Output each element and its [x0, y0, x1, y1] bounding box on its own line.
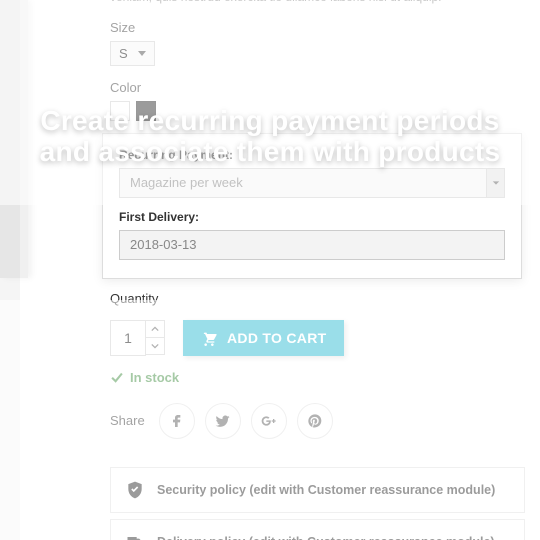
twitter-icon	[215, 413, 231, 429]
policy-delivery[interactable]: Delivery policy (edit with Customer reas…	[110, 519, 525, 540]
pinterest-icon	[307, 413, 323, 429]
share-facebook[interactable]	[159, 403, 195, 439]
delivery-label: First Delivery:	[119, 210, 505, 224]
recurring-value: Magazine per week	[130, 175, 243, 190]
size-label: Size	[110, 20, 540, 35]
product-page: veniam, quis nostrud exercita tio ullamc…	[20, 0, 540, 540]
truck-icon	[125, 532, 145, 540]
delivery-value: 2018-03-13	[130, 237, 197, 252]
swatch-black[interactable]	[136, 101, 156, 121]
color-swatches	[110, 101, 540, 121]
googleplus-icon	[261, 413, 277, 429]
caret-down-icon	[138, 51, 146, 56]
left-shadow	[0, 0, 28, 278]
facebook-icon	[169, 413, 185, 429]
share-label: Share	[110, 413, 145, 428]
policy-delivery-label: Delivery policy (edit with Customer reas…	[157, 535, 495, 540]
stock-label: In stock	[130, 370, 179, 385]
quantity-input[interactable]: 1	[110, 320, 146, 356]
add-to-cart-label: ADD TO CART	[227, 330, 326, 346]
shield-icon	[125, 480, 145, 500]
recurring-select[interactable]: Magazine per week	[119, 168, 505, 198]
policy-list: Security policy (edit with Customer reas…	[110, 467, 525, 540]
policy-security-label: Security policy (edit with Customer reas…	[157, 483, 495, 497]
policy-security[interactable]: Security policy (edit with Customer reas…	[110, 467, 525, 513]
delivery-input[interactable]: 2018-03-13	[119, 230, 505, 260]
chevron-down-icon	[486, 169, 504, 197]
chevron-up-icon	[151, 325, 159, 333]
quantity-row: 1 ADD TO CART	[110, 320, 540, 356]
quantity-stepper: 1	[110, 320, 165, 356]
share-googleplus[interactable]	[251, 403, 287, 439]
recurring-label: Recurring Payment:	[119, 148, 505, 162]
color-label: Color	[110, 80, 540, 95]
size-value: S	[119, 46, 128, 61]
share-row: Share	[110, 403, 540, 439]
size-select[interactable]: S	[110, 41, 155, 66]
cart-icon	[201, 330, 217, 346]
share-twitter[interactable]	[205, 403, 241, 439]
description-text: veniam, quis nostrud exercita tio ullamc…	[110, 0, 540, 6]
swatch-white[interactable]	[110, 101, 130, 121]
share-pinterest[interactable]	[297, 403, 333, 439]
quantity-label: Quantity	[110, 291, 540, 306]
recurring-payment-box: Recurring Payment: Magazine per week Fir…	[102, 133, 522, 279]
chevron-down-icon	[151, 342, 159, 350]
stock-status: In stock	[110, 370, 540, 385]
add-to-cart-button[interactable]: ADD TO CART	[183, 320, 344, 356]
quantity-down-button[interactable]	[145, 337, 165, 355]
quantity-up-button[interactable]	[145, 320, 165, 338]
check-icon	[110, 370, 124, 384]
